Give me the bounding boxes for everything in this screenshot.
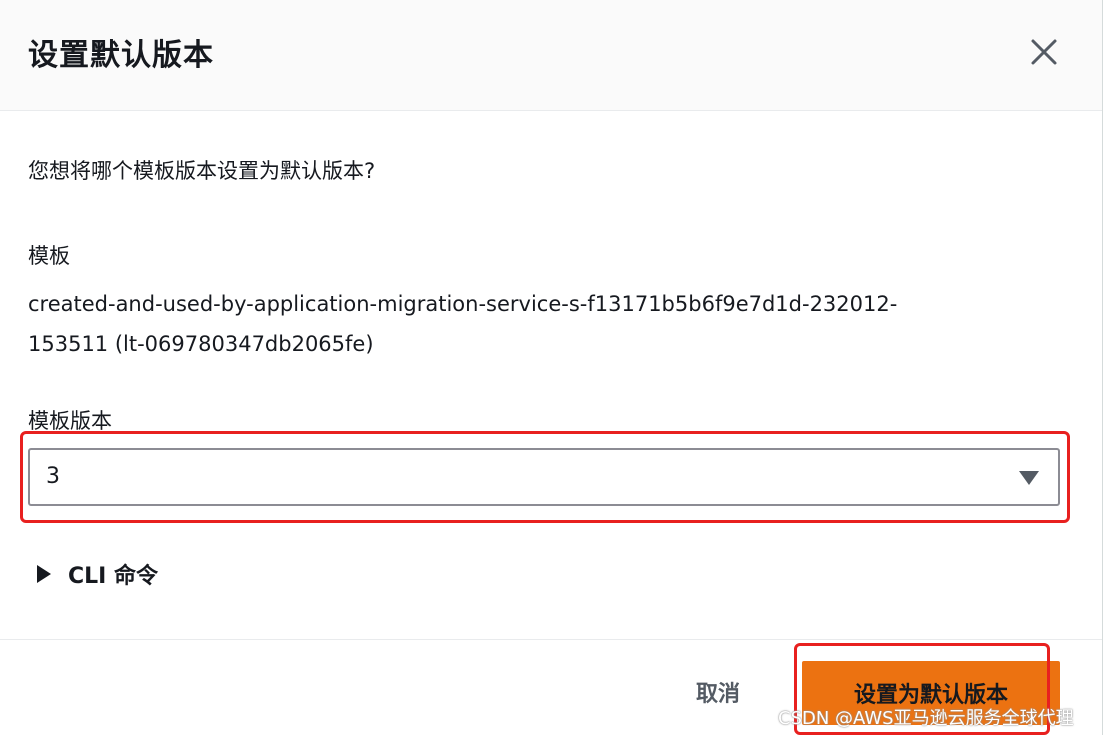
annotation-highlight-select	[20, 431, 1070, 523]
template-label: 模板	[28, 244, 70, 268]
cli-command-label: CLI 命令	[68, 564, 159, 589]
caret-right-icon	[37, 565, 51, 583]
modal-header: 设置默认版本	[0, 0, 1102, 111]
set-default-version-modal: 设置默认版本 您想将哪个模板版本设置为默认版本? 模板 created-and-…	[0, 0, 1103, 735]
modal-title: 设置默认版本	[28, 38, 214, 73]
question-text: 您想将哪个模板版本设置为默认版本?	[28, 159, 376, 183]
template-value-line2: 153511 (lt-069780347db2065fe)	[28, 332, 374, 356]
cancel-button[interactable]: 取消	[676, 660, 760, 724]
template-value-line1: created-and-used-by-application-migratio…	[28, 292, 898, 316]
cli-command-expander[interactable]: CLI 命令	[36, 558, 158, 590]
watermark: CSDN @AWS亚马逊云服务全球代理	[778, 708, 1074, 729]
template-value: created-and-used-by-application-migratio…	[28, 284, 1038, 364]
close-icon	[1031, 39, 1057, 65]
close-button[interactable]	[1022, 30, 1066, 74]
